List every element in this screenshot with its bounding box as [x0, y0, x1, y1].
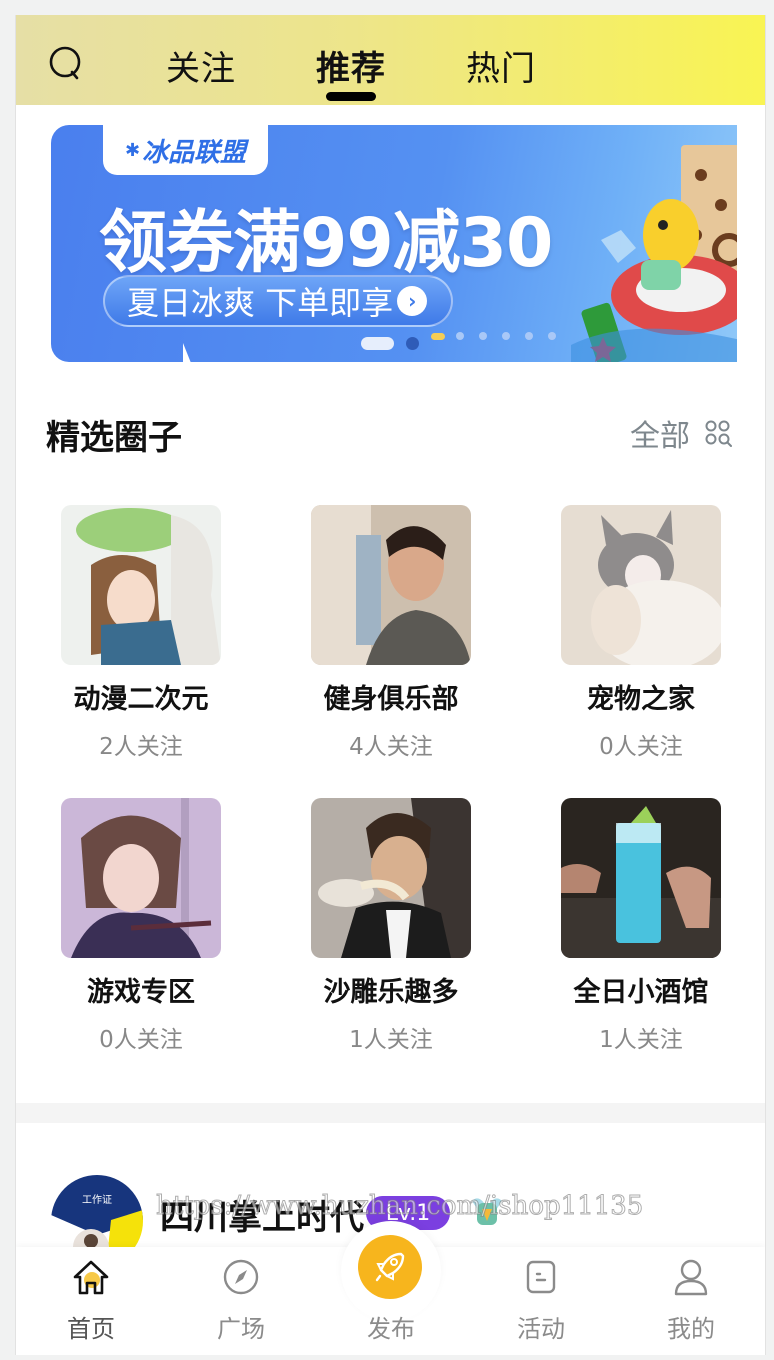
- carousel-dot[interactable]: [406, 337, 419, 350]
- inner-dot: [548, 332, 556, 340]
- tab-activity-label: 活动: [517, 1315, 565, 1343]
- banner-cta-label: 夏日冰爽 下单即享: [127, 284, 394, 322]
- tab-home-label: 首页: [67, 1315, 115, 1343]
- tab-follow[interactable]: 关注: [166, 41, 236, 90]
- circle-followers: 2人关注: [99, 734, 183, 760]
- circle-card[interactable]: 全日小酒馆 1人关注: [516, 798, 765, 1058]
- view-all-button[interactable]: 全部: [630, 411, 732, 455]
- inner-dot-active: [431, 332, 445, 340]
- circle-card[interactable]: 沙雕乐趣多 1人关注: [266, 798, 516, 1058]
- circle-card[interactable]: 动漫二次元 2人关注: [16, 505, 266, 765]
- app-screen: 关注 推荐 热门 ✱ 冰品联盟 领券满99减30 夏日冰爽 下单即享 › 精选圈…: [15, 15, 766, 1355]
- inner-dot: [479, 332, 487, 340]
- publish-button[interactable]: [358, 1235, 422, 1299]
- tab-hot[interactable]: 热门: [466, 41, 536, 90]
- carousel-indicator-inner: [431, 332, 571, 340]
- banner-headline: 领券满99减30: [99, 204, 553, 283]
- circle-followers: 1人关注: [349, 1027, 433, 1053]
- tab-profile[interactable]: 我的: [616, 1247, 765, 1355]
- circle-thumbnail-funny: [311, 798, 471, 958]
- circle-followers: 4人关注: [349, 734, 433, 760]
- tab-plaza[interactable]: 广场: [166, 1247, 316, 1355]
- section-divider: [16, 1103, 765, 1123]
- inner-dot: [525, 332, 533, 340]
- banner-brand-logo: ✱ 冰品联盟: [103, 125, 268, 175]
- compass-icon: [223, 1259, 259, 1295]
- circle-card[interactable]: 游戏专区 0人关注: [16, 798, 266, 1058]
- circle-name: 宠物之家: [587, 684, 695, 715]
- circle-name: 健身俱乐部: [323, 684, 459, 715]
- rocket-icon: [375, 1252, 405, 1282]
- promo-banner[interactable]: ✱ 冰品联盟 领券满99减30 夏日冰爽 下单即享 ›: [51, 125, 737, 362]
- section-title: 精选圈子: [46, 418, 182, 458]
- circle-card[interactable]: 健身俱乐部 4人关注: [266, 505, 516, 765]
- inner-dot: [456, 332, 464, 340]
- banner-brand-text: 冰品联盟: [142, 137, 247, 168]
- active-tab-indicator: [326, 92, 376, 101]
- circle-followers: 0人关注: [599, 734, 683, 760]
- tab-home[interactable]: 首页: [16, 1247, 166, 1355]
- top-header: 关注 推荐 热门: [16, 15, 765, 105]
- circle-thumbnail-anime: [61, 505, 221, 665]
- search-button[interactable]: [46, 43, 86, 83]
- circle-name: 游戏专区: [87, 977, 195, 1008]
- activity-icon: [526, 1260, 556, 1294]
- circle-name: 沙雕乐趣多: [323, 977, 459, 1008]
- circle-thumbnail-fitness: [311, 505, 471, 665]
- tab-plaza-label: 广场: [217, 1315, 265, 1343]
- carousel-dot-active[interactable]: [361, 337, 394, 350]
- medal-icon: [472, 1198, 502, 1225]
- carousel-indicator-main: [361, 337, 431, 350]
- tab-activity[interactable]: 活动: [466, 1247, 616, 1355]
- user-icon: [674, 1259, 708, 1296]
- home-icon: [73, 1260, 109, 1295]
- banner-cta[interactable]: 夏日冰爽 下单即享 ›: [103, 275, 453, 327]
- circle-name: 全日小酒馆: [573, 977, 709, 1008]
- circle-thumbnail-pet: [561, 505, 721, 665]
- circle-thumbnail-bar: [561, 798, 721, 958]
- circle-followers: 1人关注: [599, 1027, 683, 1053]
- post-author-name[interactable]: 四川掌上时代: [160, 1190, 364, 1239]
- tab-recommend[interactable]: 推荐: [316, 41, 386, 90]
- grid-search-icon: [705, 420, 732, 447]
- inner-dot: [502, 332, 510, 340]
- circle-card[interactable]: 宠物之家 0人关注: [516, 505, 765, 765]
- tab-profile-label: 我的: [667, 1315, 715, 1343]
- chevron-right-icon: ›: [397, 286, 428, 316]
- banner-notch: [183, 343, 191, 362]
- circle-followers: 0人关注: [99, 1027, 183, 1053]
- banner-product-illustration: [571, 145, 737, 362]
- tab-publish-label: 发布: [367, 1315, 415, 1343]
- avatar-badge-text: 工作证: [82, 1194, 112, 1206]
- circle-name: 动漫二次元: [73, 684, 209, 715]
- view-all-label: 全部: [630, 419, 690, 454]
- circle-thumbnail-game: [61, 798, 221, 958]
- search-icon: [49, 46, 81, 80]
